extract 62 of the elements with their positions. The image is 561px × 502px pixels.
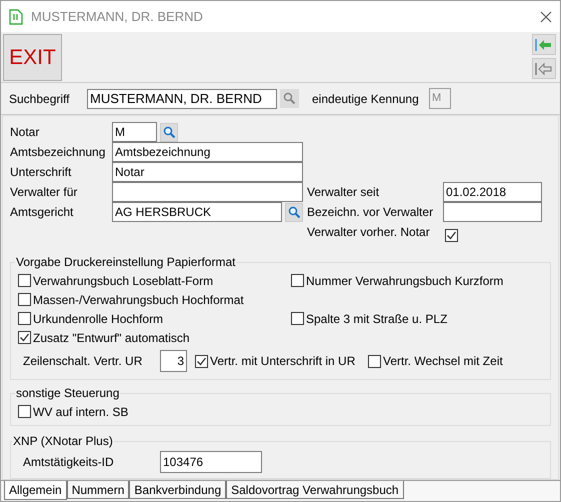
- previous-record-button[interactable]: [532, 58, 556, 79]
- checkbox-label: Urkundenrolle Hochform: [33, 310, 164, 328]
- input-field[interactable]: Notar: [112, 162, 303, 182]
- checkbox[interactable]: [195, 354, 208, 368]
- field-label: Amtsbezeichnung: [10, 144, 106, 161]
- field-label: Amtsgericht: [10, 204, 74, 221]
- search-icon: [162, 126, 176, 138]
- input-field[interactable]: AG HERSBRUCK: [112, 202, 282, 222]
- close-icon[interactable]: [540, 10, 552, 22]
- field-label: Suchbegriff: [9, 90, 70, 108]
- checkbox[interactable]: [18, 405, 31, 418]
- field-label: Verwalter vorher. Notar: [307, 224, 431, 241]
- checkbox[interactable]: [18, 274, 31, 287]
- input-field[interactable]: [443, 202, 542, 222]
- field-label: Unterschrift: [10, 164, 72, 181]
- field-label: Verwalter seit: [307, 184, 380, 201]
- checkbox-label: Verwahrungsbuch Loseblatt-Form: [33, 272, 214, 290]
- checkbox[interactable]: [445, 228, 458, 242]
- checkbox[interactable]: [368, 354, 381, 368]
- field-label: Notar: [10, 124, 40, 141]
- input-field[interactable]: M: [112, 122, 157, 142]
- group-title: sonstige Steuerung: [15, 385, 120, 402]
- number-field[interactable]: 3: [160, 350, 187, 372]
- id-field: M: [429, 88, 451, 109]
- input-field[interactable]: Amtsbezeichnung: [112, 142, 303, 162]
- arrow-left-icon: [535, 38, 553, 52]
- checkbox-label: Spalte 3 mit Straße u. PLZ: [306, 310, 448, 328]
- checkbox[interactable]: [18, 331, 31, 344]
- search-icon: [283, 92, 296, 105]
- checkbox-label: Nummer Verwahrungsbuch Kurzform: [306, 272, 504, 290]
- search-icon: [288, 206, 300, 218]
- window-title: MUSTERMANN, DR. BERND: [31, 8, 204, 26]
- tab[interactable]: Nummern: [66, 481, 130, 499]
- input-field[interactable]: [112, 182, 303, 202]
- exit-button[interactable]: EXIT: [3, 34, 62, 81]
- group-title: Vorgabe Druckereinstellung Papierformat: [15, 254, 236, 271]
- field-label: Bezeichn. vor Verwalter: [307, 204, 434, 221]
- search-button[interactable]: [160, 122, 178, 142]
- tab[interactable]: Saldovortrag Verwahrungsbuch: [226, 481, 404, 499]
- checkbox[interactable]: [18, 293, 31, 306]
- checkbox[interactable]: [291, 274, 304, 287]
- field-label: Amtstätigkeits-ID: [23, 454, 115, 471]
- checkbox[interactable]: [18, 312, 31, 325]
- checkbox-label: Vertr. Wechsel mit Zeit: [383, 353, 503, 370]
- field-label: eindeutige Kennung: [312, 90, 420, 108]
- group-title: XNP (XNotar Plus): [12, 433, 114, 450]
- checkbox-label: WV auf intern. SB: [33, 404, 128, 420]
- field-label: Zeilenschalt. Vertr. UR: [23, 353, 144, 370]
- search-button[interactable]: [285, 202, 303, 222]
- input-field[interactable]: 01.02.2018: [443, 182, 542, 202]
- tab[interactable]: Bankverbindung: [129, 481, 226, 499]
- checkbox-label: Vertr. mit Unterschrift in UR: [210, 353, 356, 370]
- checkbox-label: Massen-/Verwahrungsbuch Hochformat: [33, 292, 244, 308]
- tab[interactable]: Allgemein: [4, 481, 67, 500]
- search-button[interactable]: [280, 89, 299, 108]
- field-label: Verwalter für: [10, 184, 78, 201]
- checkbox-label: Zusatz "Entwurf" automatisch: [33, 330, 190, 346]
- app-icon: [9, 8, 23, 24]
- checkbox[interactable]: [291, 312, 304, 325]
- input-field[interactable]: 103476: [160, 451, 262, 473]
- arrow-left-icon: [535, 62, 553, 76]
- search-field[interactable]: MUSTERMANN, DR. BERND: [87, 88, 277, 108]
